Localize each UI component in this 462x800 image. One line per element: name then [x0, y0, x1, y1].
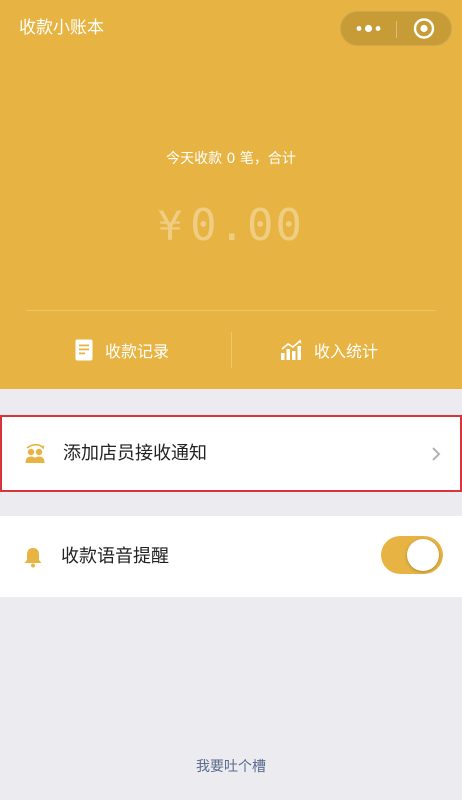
toggle-knob: [407, 539, 439, 571]
currency-symbol: ¥: [157, 204, 185, 250]
staff-icon: [25, 443, 45, 463]
bar-chart-icon: [281, 339, 302, 360]
feedback-link[interactable]: 我要吐个槽: [0, 757, 462, 777]
records-button[interactable]: 收款记录: [75, 334, 169, 366]
chevron-right-icon: [432, 446, 441, 461]
voice-alert-toggle[interactable]: [381, 536, 443, 574]
add-staff-label: 添加店员接收通知: [63, 442, 207, 464]
close-target-icon: [413, 18, 435, 39]
add-staff-row[interactable]: 添加店员接收通知: [0, 415, 462, 492]
records-label: 收款记录: [105, 342, 170, 361]
voice-alert-label: 收款语音提醒: [61, 545, 169, 567]
close-button[interactable]: [397, 12, 452, 45]
more-dots-icon: [356, 24, 381, 33]
action-separator: [231, 332, 232, 368]
total-amount: ¥0.00: [0, 198, 462, 255]
stats-label: 收入统计: [314, 342, 379, 361]
bell-icon: [24, 547, 42, 567]
stats-button[interactable]: 收入统计: [280, 334, 378, 366]
document-icon: [75, 339, 93, 361]
app-title: 收款小账本: [19, 18, 104, 38]
voice-alert-row: 收款语音提醒: [0, 516, 462, 597]
amount-value: 0.00: [190, 200, 305, 251]
header-divider: [26, 310, 436, 311]
today-summary: 今天收款 0 笔，合计: [166, 151, 296, 167]
header: 收款小账本 今天收款 0 笔，合计 ¥0.00 收款记录 收入统计: [0, 0, 462, 389]
more-button[interactable]: [341, 12, 396, 45]
mini-program-capsule: [340, 11, 452, 46]
